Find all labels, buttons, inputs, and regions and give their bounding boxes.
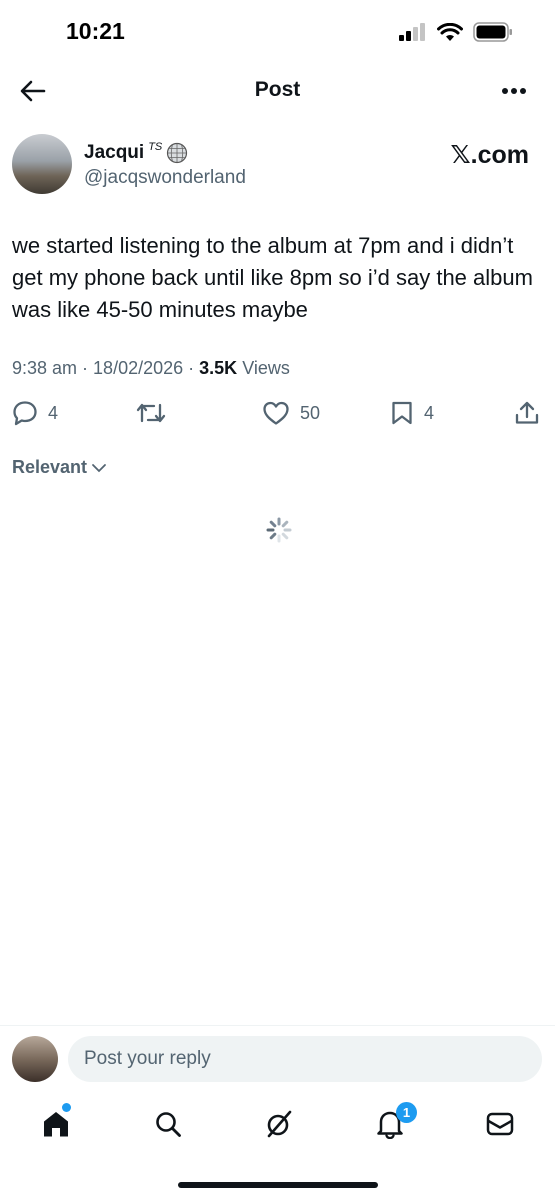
notification-badge: 1 [396, 1102, 417, 1123]
reply-placeholder: Post your reply [84, 1048, 211, 1069]
like-count: 50 [300, 402, 321, 423]
author-name-row[interactable]: Jacqui TS [84, 141, 188, 164]
chevron-down-icon [92, 463, 106, 472]
author-name: Jacqui [84, 142, 145, 163]
heart-icon [263, 401, 289, 425]
more-options-button[interactable] [499, 76, 529, 106]
bookmark-button[interactable]: 4 [390, 400, 434, 426]
views-count: 3.5K [199, 358, 238, 378]
author-handle[interactable]: @jacqswonderland [84, 167, 246, 189]
sort-dropdown[interactable]: Relevant [12, 457, 107, 478]
like-button[interactable]: 50 [262, 400, 320, 426]
grok-icon [267, 1110, 292, 1138]
author-name-suffix: TS [148, 141, 163, 153]
nav-search[interactable] [150, 1106, 186, 1142]
user-avatar[interactable] [12, 1036, 58, 1082]
home-unread-dot [62, 1103, 71, 1112]
sort-label: Relevant [12, 457, 88, 477]
reply-button[interactable]: 4 [12, 400, 58, 426]
bookmark-icon [392, 401, 412, 425]
cellular-signal-icon [399, 23, 425, 41]
post-meta: 9:38 am · 18/02/2026 · 3.5K Views [12, 358, 290, 378]
status-time: 10:21 [66, 18, 125, 44]
loading-spinner-icon [266, 517, 292, 543]
reply-count: 4 [48, 402, 59, 423]
bookmark-count: 4 [424, 402, 435, 423]
disco-ball-icon [167, 142, 188, 164]
reply-icon [13, 401, 37, 426]
nav-messages[interactable] [482, 1106, 518, 1142]
battery-icon [473, 22, 512, 42]
home-icon [44, 1112, 68, 1137]
wifi-icon [437, 22, 463, 41]
messages-icon [486, 1112, 514, 1136]
repost-button[interactable] [136, 400, 176, 426]
page-title: Post [254, 78, 301, 101]
share-icon [515, 401, 539, 424]
source-label: 𝕏.com [450, 141, 530, 169]
post-date: 18/02/2026 [93, 358, 184, 378]
post-text: we started listening to the album at 7pm… [12, 233, 533, 322]
post-time: 9:38 am [12, 358, 78, 378]
views-label: Views [242, 358, 290, 378]
reply-bar-divider [0, 1025, 555, 1026]
search-icon [156, 1112, 181, 1137]
share-button[interactable] [514, 400, 540, 426]
status-icons [399, 22, 513, 42]
reply-input[interactable]: Post your reply [68, 1036, 542, 1082]
more-horizontal-icon [502, 88, 526, 94]
home-indicator[interactable] [178, 1182, 378, 1188]
repost-icon [136, 403, 166, 423]
author-avatar[interactable] [12, 134, 72, 194]
nav-grok[interactable] [261, 1106, 297, 1142]
